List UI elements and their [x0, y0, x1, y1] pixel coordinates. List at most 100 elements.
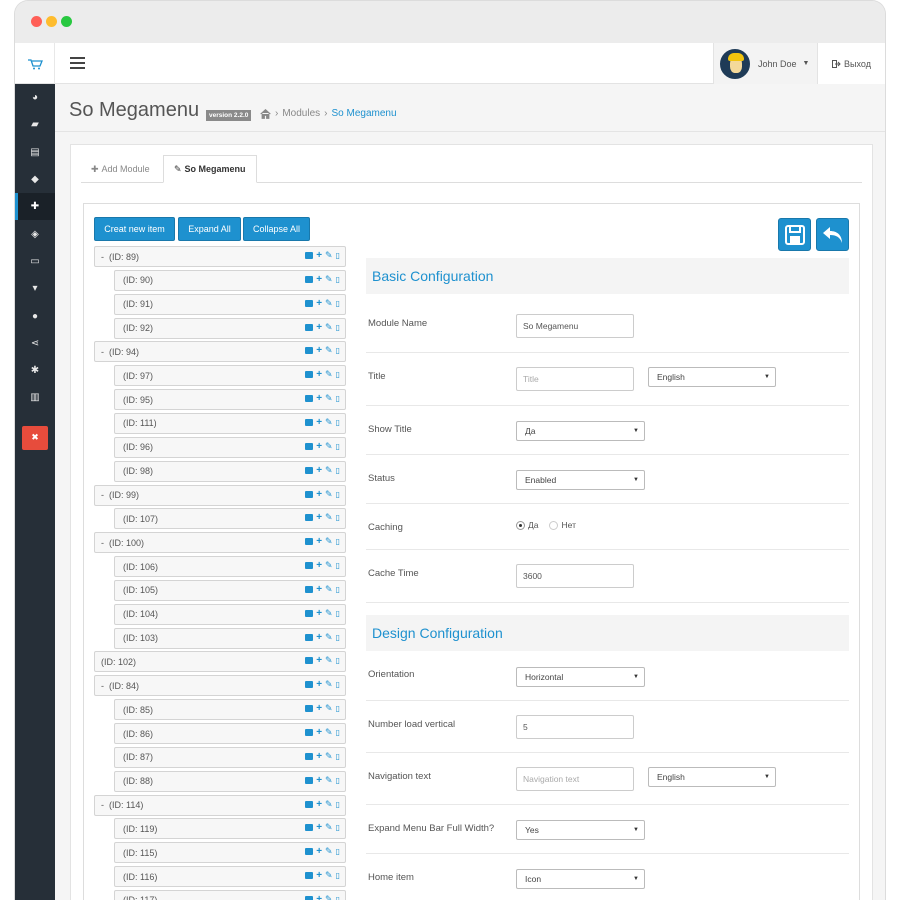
- move-icon[interactable]: [305, 848, 314, 856]
- edit-icon[interactable]: ✎: [325, 370, 333, 379]
- sidebar-item-reports[interactable]: ▥: [15, 384, 55, 411]
- menu-toggle-icon[interactable]: [70, 57, 85, 69]
- edit-icon[interactable]: ✎: [325, 608, 333, 618]
- trash-icon[interactable]: ▯: [336, 656, 340, 665]
- move-icon[interactable]: [305, 657, 314, 665]
- number-load-input[interactable]: 5: [516, 715, 634, 739]
- edit-icon[interactable]: ✎: [325, 751, 333, 761]
- edit-icon[interactable]: ✎: [325, 465, 333, 475]
- tree-node[interactable]: (ID: 92) + ✎ ▯: [114, 317, 346, 339]
- edit-icon[interactable]: ✎: [325, 680, 333, 689]
- sidebar-item-customers[interactable]: ●: [15, 302, 55, 329]
- trash-icon[interactable]: ▯: [336, 370, 340, 379]
- module-name-input[interactable]: So Megamenu: [516, 314, 634, 338]
- move-icon[interactable]: [305, 729, 314, 736]
- tree-node[interactable]: (ID: 104) + ✎ ▯: [114, 603, 346, 625]
- add-child-icon[interactable]: +: [316, 751, 322, 761]
- tree-node[interactable]: (ID: 106) + ✎ ▯: [114, 556, 346, 578]
- breadcrumb-megamenu[interactable]: So Megamenu: [332, 108, 397, 119]
- expand-menu-select[interactable]: Yes ▼: [516, 820, 645, 840]
- minimize-window-button[interactable]: [46, 16, 57, 27]
- add-child-icon[interactable]: +: [316, 656, 322, 666]
- maximize-window-button[interactable]: [61, 16, 72, 27]
- save-button[interactable]: [778, 218, 811, 251]
- add-child-icon[interactable]: +: [316, 465, 322, 475]
- add-child-icon[interactable]: +: [316, 775, 322, 785]
- edit-icon[interactable]: ✎: [325, 441, 333, 451]
- edit-icon[interactable]: ✎: [325, 322, 333, 332]
- tab-so-megamenu[interactable]: ✎ So Megamenu: [163, 155, 257, 183]
- collapse-toggle-icon[interactable]: -: [101, 681, 104, 691]
- tree-node[interactable]: (ID: 116) + ✎ ▯: [114, 866, 346, 888]
- move-icon[interactable]: [305, 776, 314, 784]
- move-icon[interactable]: [305, 585, 314, 593]
- trash-icon[interactable]: ▯: [336, 275, 340, 284]
- trash-icon[interactable]: ▯: [336, 800, 340, 809]
- add-child-icon[interactable]: +: [316, 608, 322, 618]
- tree-node[interactable]: - (ID: 94) + ✎ ▯: [94, 341, 346, 363]
- trash-icon[interactable]: ▯: [336, 513, 340, 522]
- move-icon[interactable]: [305, 538, 314, 546]
- caching-no-radio[interactable]: [549, 520, 559, 530]
- tree-node[interactable]: (ID: 105) + ✎ ▯: [114, 579, 346, 601]
- tree-node[interactable]: (ID: 119) + ✎ ▯: [114, 818, 346, 840]
- trash-icon[interactable]: ▯: [336, 299, 340, 308]
- tree-node[interactable]: (ID: 90) + ✎ ▯: [114, 269, 346, 291]
- tree-node[interactable]: (ID: 87) + ✎ ▯: [114, 746, 346, 768]
- edit-icon[interactable]: ✎: [325, 894, 333, 900]
- sidebar-item-tags[interactable]: ◆: [15, 166, 55, 193]
- add-child-icon[interactable]: +: [316, 704, 322, 714]
- sidebar-item-display[interactable]: ▭: [15, 248, 55, 275]
- create-item-button[interactable]: Creat new item: [94, 217, 175, 241]
- edit-icon[interactable]: ✎: [325, 823, 333, 832]
- collapse-toggle-icon[interactable]: -: [101, 800, 104, 810]
- add-child-icon[interactable]: +: [316, 871, 322, 881]
- collapse-all-button[interactable]: Collapse All: [243, 217, 310, 241]
- add-child-icon[interactable]: +: [316, 799, 322, 809]
- move-icon[interactable]: [305, 466, 314, 474]
- add-child-icon[interactable]: +: [316, 489, 322, 499]
- trash-icon[interactable]: ▯: [336, 728, 340, 737]
- move-icon[interactable]: [305, 705, 314, 713]
- sidebar-item-extensions[interactable]: ✚: [15, 193, 55, 221]
- edit-icon[interactable]: ✎: [325, 799, 333, 809]
- breadcrumb-modules[interactable]: Modules: [282, 108, 320, 119]
- move-icon[interactable]: [305, 395, 314, 403]
- trash-icon[interactable]: ▯: [336, 251, 340, 260]
- home-icon[interactable]: [260, 108, 271, 119]
- nav-text-language-select[interactable]: English ▼: [648, 767, 776, 787]
- sidebar-item-catalog[interactable]: ▰: [15, 111, 55, 138]
- expand-all-button[interactable]: Expand All: [178, 217, 241, 241]
- move-icon[interactable]: [305, 800, 314, 808]
- edit-icon[interactable]: ✎: [325, 417, 333, 427]
- add-child-icon[interactable]: +: [316, 274, 322, 284]
- add-child-icon[interactable]: +: [316, 537, 322, 547]
- edit-icon[interactable]: ✎: [325, 274, 333, 284]
- edit-icon[interactable]: ✎: [325, 728, 333, 737]
- move-icon[interactable]: [305, 752, 314, 760]
- trash-icon[interactable]: ▯: [336, 752, 340, 761]
- trash-icon[interactable]: ▯: [336, 823, 340, 832]
- trash-icon[interactable]: ▯: [336, 346, 340, 355]
- move-icon[interactable]: [305, 490, 314, 498]
- sidebar-item-sales[interactable]: ▾: [15, 275, 55, 302]
- edit-icon[interactable]: ✎: [325, 632, 333, 642]
- close-window-button[interactable]: [31, 16, 42, 27]
- tree-node[interactable]: - (ID: 100) + ✎ ▯: [94, 532, 346, 554]
- move-icon[interactable]: [305, 371, 314, 379]
- trash-icon[interactable]: ▯: [336, 704, 340, 713]
- add-child-icon[interactable]: +: [316, 847, 322, 857]
- move-icon[interactable]: [305, 275, 314, 283]
- edit-icon[interactable]: ✎: [325, 394, 333, 403]
- title-input[interactable]: Title: [516, 367, 634, 391]
- sidebar-item-documents[interactable]: ▤: [15, 139, 55, 166]
- trash-icon[interactable]: ▯: [336, 418, 340, 427]
- move-icon[interactable]: [305, 347, 314, 355]
- sidebar-item-design[interactable]: ◈: [15, 220, 55, 247]
- move-icon[interactable]: [305, 609, 314, 617]
- title-language-select[interactable]: English ▼: [648, 367, 776, 387]
- tree-node[interactable]: - (ID: 84) + ✎ ▯: [94, 675, 346, 697]
- nav-text-input[interactable]: Navigation text: [516, 767, 634, 791]
- tree-node[interactable]: (ID: 107) + ✎ ▯: [114, 508, 346, 530]
- move-icon[interactable]: [305, 562, 314, 570]
